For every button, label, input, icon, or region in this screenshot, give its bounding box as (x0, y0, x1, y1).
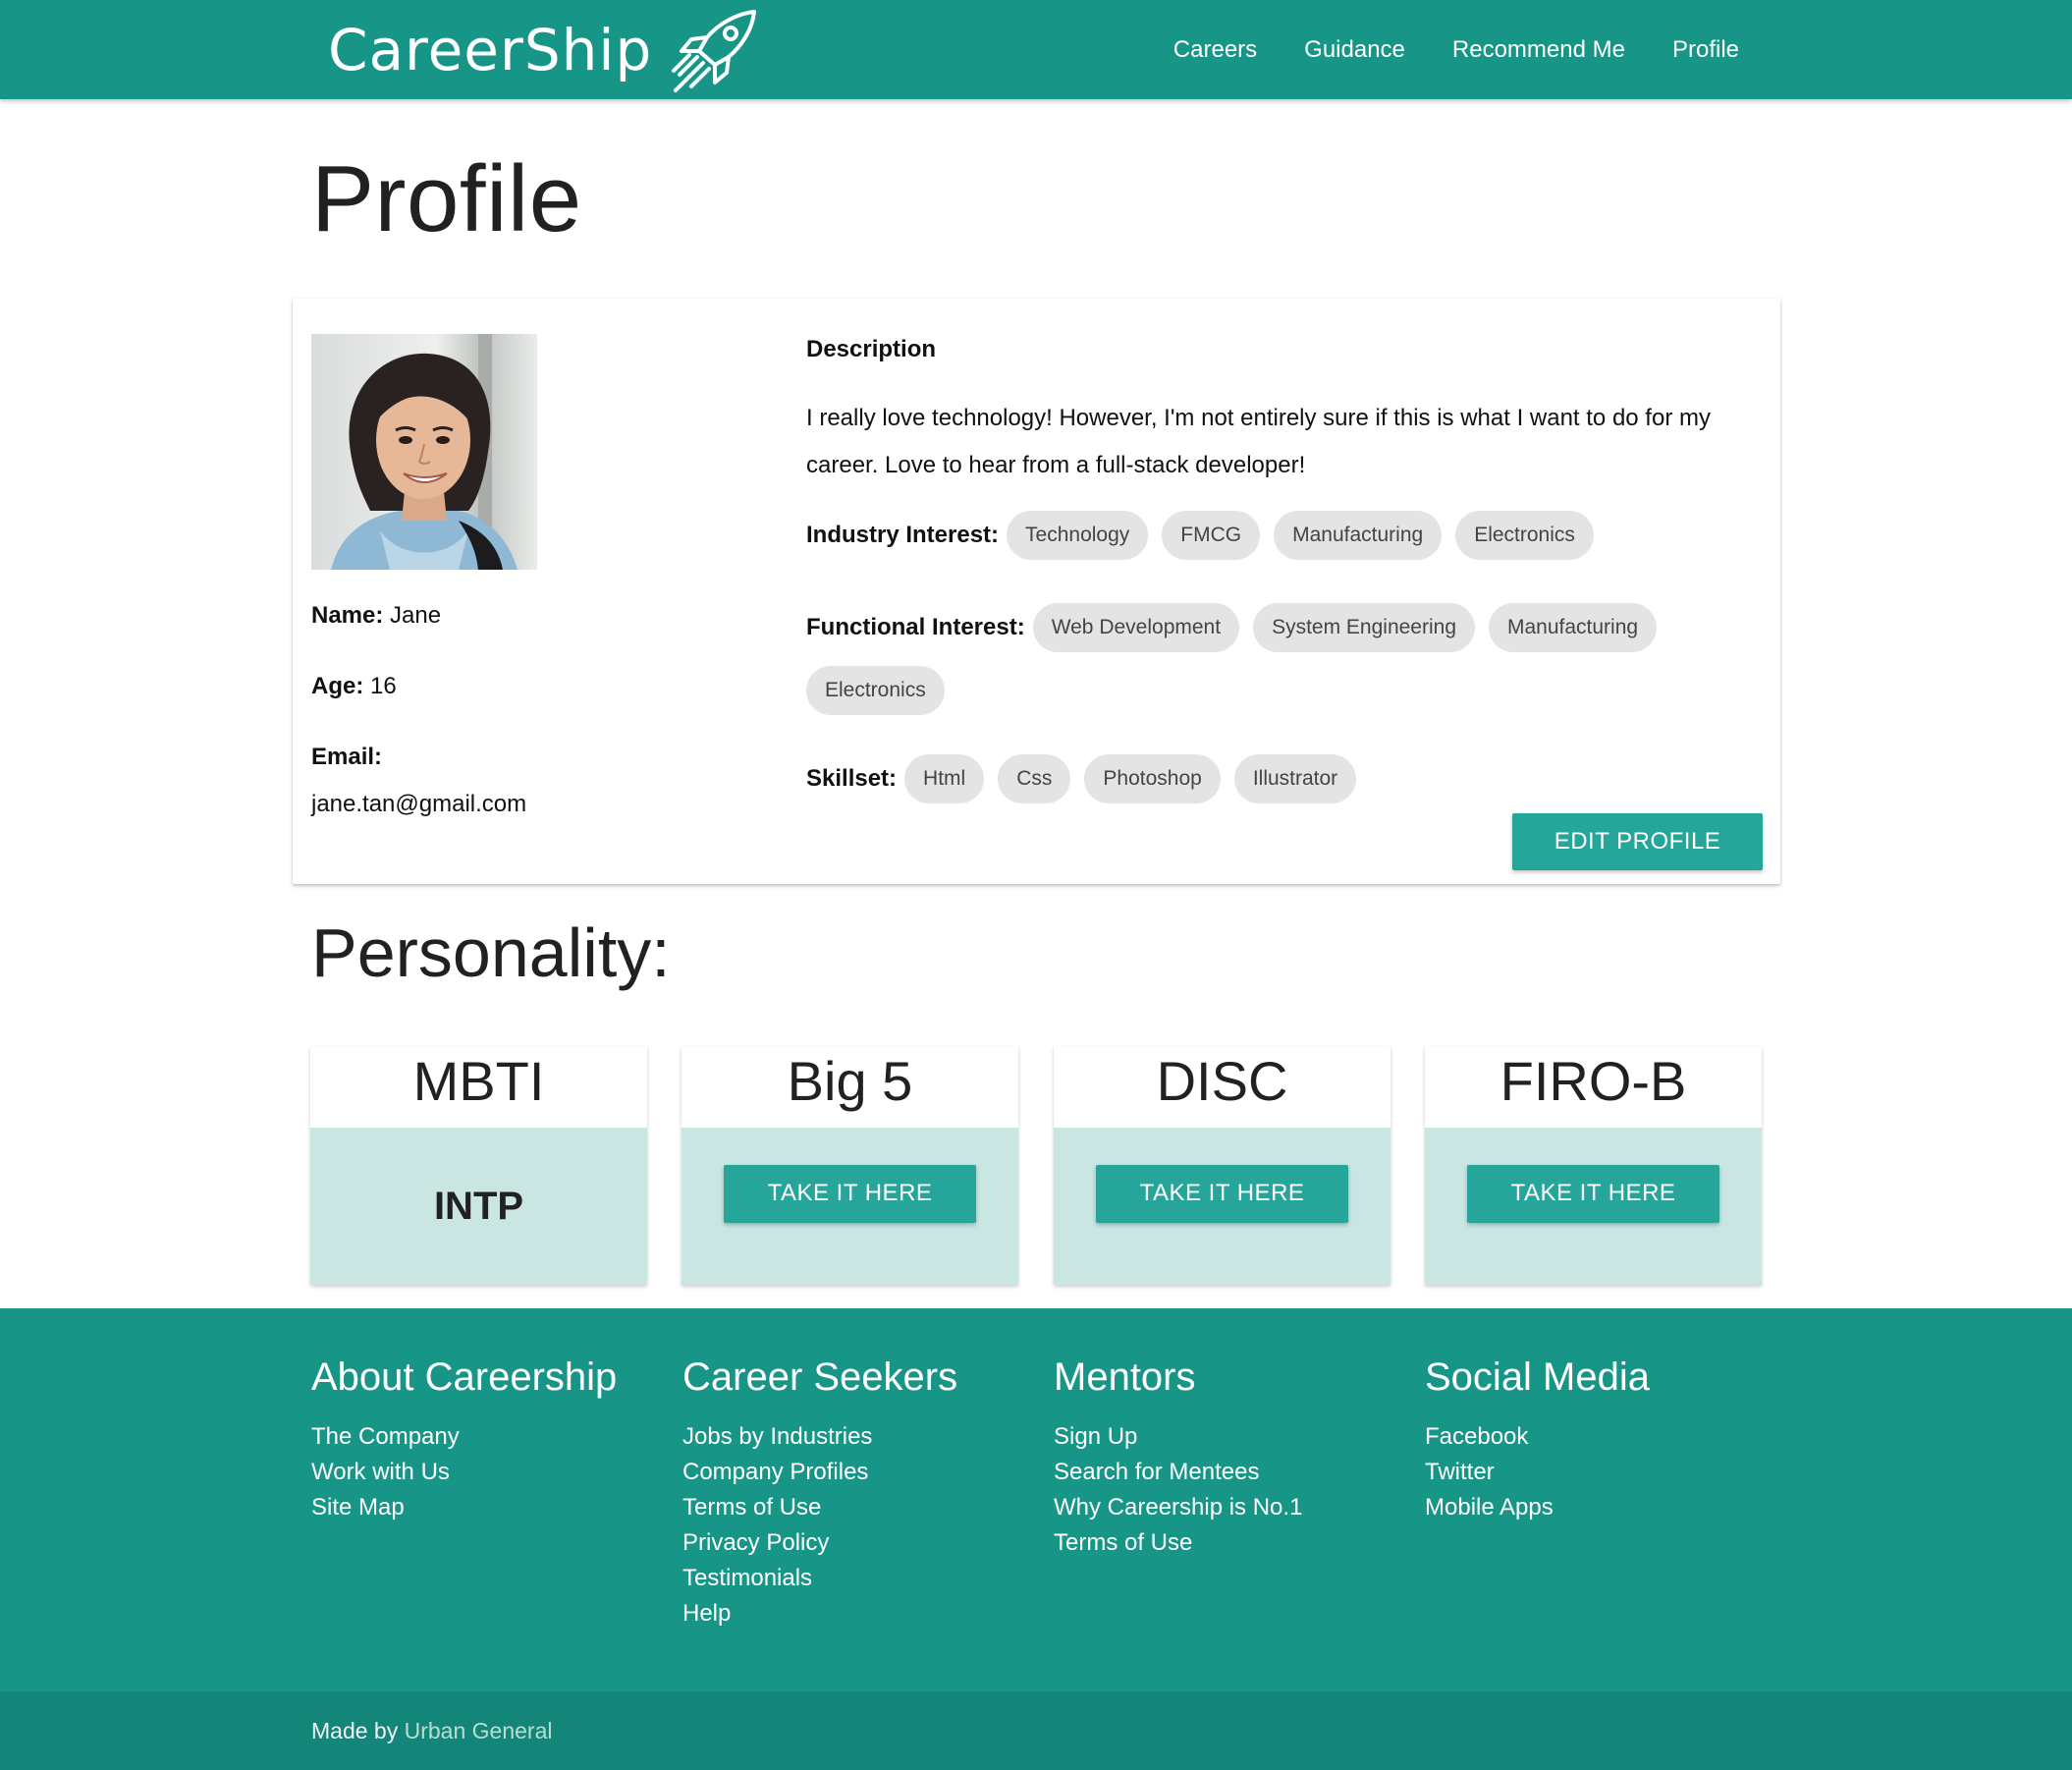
chip-industry-manufacturing: Manufacturing (1274, 511, 1443, 560)
made-by-credit: Made by Urban General (311, 1718, 552, 1744)
chip-skill-css: Css (998, 754, 1071, 803)
made-by-text: Made by (311, 1718, 399, 1743)
personality-card-body: TAKE IT HERE (682, 1128, 1018, 1285)
personality-card-title: Big 5 (787, 1050, 913, 1112)
footer-heading: Social Media (1425, 1355, 1651, 1399)
rocket-icon (672, 10, 757, 92)
footer-bottom-bar: Made by Urban General (0, 1691, 2072, 1770)
take-disc-button[interactable]: TAKE IT HERE (1096, 1164, 1348, 1223)
nav-profile[interactable]: Profile (1672, 36, 1739, 64)
footer-column-career-seekers: Career Seekers Jobs by Industries Compan… (682, 1355, 957, 1632)
footer-heading: Mentors (1054, 1355, 1196, 1399)
personality-card-title: DISC (1156, 1050, 1288, 1112)
footer-link-help[interactable]: Help (682, 1596, 957, 1632)
functional-interest-row: Functional Interest: Web Development Sys… (806, 603, 1759, 715)
chip-functional-system-engineering: System Engineering (1253, 603, 1475, 652)
skillset-row: Skillset: Html Css Photoshop Illustrator (806, 754, 1759, 803)
brand[interactable]: CareerShip (328, 8, 760, 92)
avatar-photo (311, 334, 537, 570)
profile-card: Name: Jane Age: 16 Email: jane.tan@gmail… (293, 299, 1780, 884)
footer-heading: About Careership (311, 1355, 618, 1399)
age-row: Age: 16 (311, 673, 397, 700)
personality-card-body: INTP (310, 1128, 647, 1285)
personality-card-title: MBTI (412, 1050, 545, 1112)
email-label-row: Email: (311, 744, 382, 771)
footer: About Careership The Company Work with U… (0, 1308, 2072, 1691)
footer-link-jobs-by-industries[interactable]: Jobs by Industries (682, 1419, 957, 1455)
footer-column-social-media: Social Media Facebook Twitter Mobile App… (1425, 1355, 1650, 1525)
personality-card-mbti: MBTI INTP (310, 1046, 647, 1285)
description-heading: Description (806, 336, 937, 362)
footer-heading: Career Seekers (682, 1355, 958, 1399)
email-value: jane.tan@gmail.com (311, 791, 527, 817)
footer-column-about: About Careership The Company Work with U… (311, 1355, 617, 1525)
edit-profile-button[interactable]: EDIT PROFILE (1512, 813, 1763, 870)
chip-functional-web-development: Web Development (1032, 603, 1240, 652)
footer-link-the-company[interactable]: The Company (311, 1419, 617, 1455)
footer-link-mobile-apps[interactable]: Mobile Apps (1425, 1490, 1650, 1525)
chip-industry-fmcg: FMCG (1162, 511, 1261, 560)
personality-card-body: TAKE IT HERE (1054, 1128, 1390, 1285)
chip-skill-html: Html (904, 754, 985, 803)
take-firo-b-button[interactable]: TAKE IT HERE (1467, 1164, 1719, 1223)
footer-link-testimonials[interactable]: Testimonials (682, 1561, 957, 1596)
personality-title: Personality: (311, 914, 671, 991)
chip-functional-manufacturing: Manufacturing (1489, 603, 1658, 652)
nav-careers[interactable]: Careers (1173, 36, 1257, 64)
personality-card-big5: Big 5 TAKE IT HERE (682, 1046, 1018, 1285)
footer-link-why-careership[interactable]: Why Careership is No.1 (1054, 1490, 1302, 1525)
name-row: Name: Jane (311, 602, 441, 630)
navbar: CareerShip Careers Guidance Recommend Me… (0, 0, 2072, 99)
footer-link-mentor-terms-of-use[interactable]: Terms of Use (1054, 1525, 1302, 1561)
page-title: Profile (311, 146, 582, 251)
footer-link-twitter[interactable]: Twitter (1425, 1455, 1650, 1490)
nav-guidance[interactable]: Guidance (1304, 36, 1405, 64)
footer-link-facebook[interactable]: Facebook (1425, 1419, 1650, 1455)
age-label: Age: (311, 673, 364, 699)
footer-link-company-profiles[interactable]: Company Profiles (682, 1455, 957, 1490)
skillset-label: Skillset: (806, 765, 898, 792)
email-label: Email: (311, 744, 383, 770)
functional-interest-label: Functional Interest: (806, 614, 1025, 640)
footer-column-mentors: Mentors Sign Up Search for Mentees Why C… (1054, 1355, 1302, 1561)
chip-industry-technology: Technology (1007, 511, 1149, 560)
footer-link-site-map[interactable]: Site Map (311, 1490, 617, 1525)
nav-recommend-me[interactable]: Recommend Me (1452, 36, 1625, 64)
age-value: 16 (370, 673, 397, 699)
footer-link-terms-of-use[interactable]: Terms of Use (682, 1490, 957, 1525)
name-label: Name: (311, 602, 384, 629)
personality-card-title: FIRO-B (1499, 1050, 1687, 1112)
personality-card-disc: DISC TAKE IT HERE (1054, 1046, 1390, 1285)
name-value: Jane (390, 602, 442, 629)
industry-interest-label: Industry Interest: (806, 522, 1000, 548)
chip-industry-electronics: Electronics (1455, 511, 1594, 560)
footer-link-privacy-policy[interactable]: Privacy Policy (682, 1525, 957, 1561)
chip-skill-illustrator: Illustrator (1233, 754, 1357, 803)
description-text: I really love technology! However, I'm n… (806, 405, 1711, 478)
footer-link-search-for-mentees[interactable]: Search for Mentees (1054, 1455, 1302, 1490)
take-big5-button[interactable]: TAKE IT HERE (724, 1164, 976, 1223)
avatar (311, 334, 537, 570)
industry-interest-row: Industry Interest: Technology FMCG Manuf… (806, 511, 1759, 560)
personality-card-body: TAKE IT HERE (1425, 1128, 1762, 1285)
footer-link-sign-up[interactable]: Sign Up (1054, 1419, 1302, 1455)
mbti-result: INTP (433, 1184, 524, 1228)
chip-functional-electronics: Electronics (806, 666, 945, 715)
footer-link-work-with-us[interactable]: Work with Us (311, 1455, 617, 1490)
chip-skill-photoshop: Photoshop (1084, 754, 1221, 803)
nav-links: Careers Guidance Recommend Me Profile (1173, 0, 1739, 99)
brand-name: CareerShip (328, 17, 653, 83)
credit-link-urban-general[interactable]: Urban General (405, 1718, 553, 1743)
personality-card-firo-b: FIRO-B TAKE IT HERE (1425, 1046, 1762, 1285)
